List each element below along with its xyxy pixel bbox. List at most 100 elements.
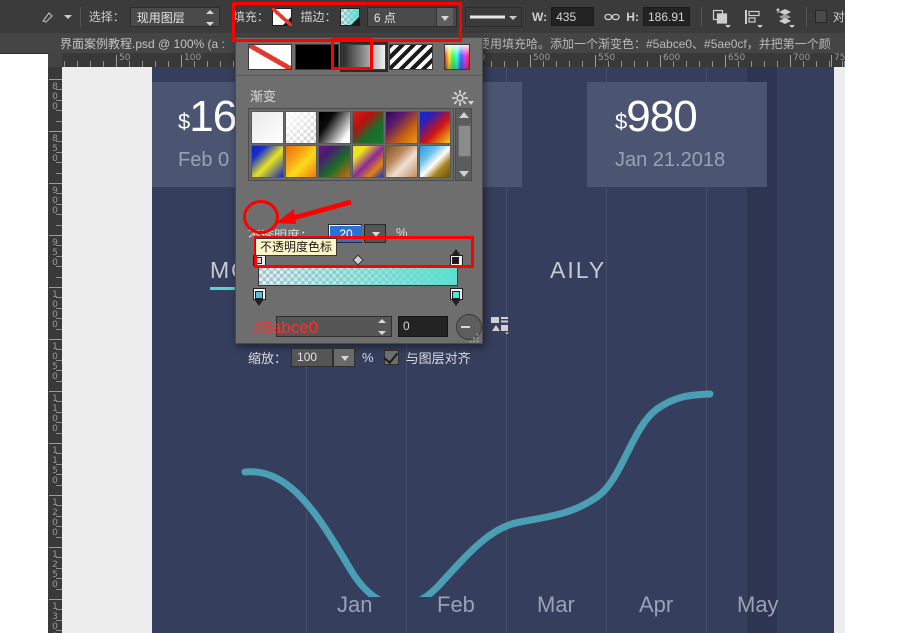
gradient-presets-grid[interactable] [248,108,454,181]
angle-needle [461,326,470,328]
width-input[interactable]: 435 像 [551,7,595,26]
gradient-scale-row: 缩放： 100 % 与图层对齐 [248,346,476,368]
align-with-layer-checkbox[interactable] [383,348,399,365]
ruler-tick [831,55,832,67]
gradient-editor-bar[interactable] [258,266,458,286]
select-layer-dropdown[interactable]: 现用图层 [129,6,220,27]
gear-caret-icon [468,101,474,105]
align-with-layer-label: 与图层对齐 [405,350,471,366]
ruler-tick [49,131,62,132]
opacity-stop-right[interactable] [450,249,463,266]
fill-type-no-color-button[interactable] [248,44,292,70]
tool-preset-icon[interactable] [37,5,59,29]
left-gutter [0,33,48,633]
fill-type-solid-color-button[interactable] [295,44,339,70]
stroke-swatch[interactable] [339,7,360,26]
gradient-preset[interactable] [385,145,418,178]
color-picker-icon[interactable] [444,44,470,70]
scroll-down-icon[interactable] [459,171,469,177]
opacity-unit: % [396,225,408,240]
fill-swatch[interactable] [271,7,293,26]
fill-label: 填充： [232,10,269,24]
gradient-preset[interactable] [418,145,451,178]
path-alignment-icon[interactable] [742,5,764,29]
align-edges-checkbox[interactable] [814,10,827,23]
path-operations-icon[interactable] [710,5,732,29]
gradient-section-label: 渐变 [250,89,277,104]
select-layer-value: 现用图层 [136,10,185,25]
gradient-picker-panel[interactable]: 渐变 不透明度： 20 % #5abce0 0 缩放： 100 % 与图层对齐 [235,37,509,367]
gradient-preset[interactable] [251,145,284,178]
ruler-tick [49,495,62,496]
price-date: Jan 21.2018 [615,149,726,171]
options-bar-right-blank [845,0,900,33]
scale-label: 缩放： [248,350,288,366]
check-icon [383,348,398,364]
gradient-preset[interactable] [351,145,384,178]
ruler-number: 100 [184,53,202,63]
gradient-preset[interactable] [318,145,351,178]
stop-color-chip [452,291,460,299]
scale-dropdown-button[interactable] [333,347,356,367]
scroll-up-icon[interactable] [459,112,469,118]
gradient-preset[interactable] [318,111,351,144]
gradient-angle-input[interactable]: 0 [398,316,448,337]
ruler-tick [595,55,596,67]
color-stop-right[interactable] [450,288,463,306]
height-input[interactable]: 186.91 [642,7,690,26]
hex-color-dropdown[interactable]: #5abce0 [253,316,392,337]
price-amount: $980 [615,92,698,144]
stroke-swatch-caret-icon [349,15,360,26]
scale-unit: % [362,349,374,365]
preset-scrollbar[interactable] [455,108,472,181]
align-edges-label: 对 [832,10,845,24]
document-tab-title[interactable]: 界面案例教程.psd @ 100% (a : [60,35,225,52]
hex-stepper-icon[interactable] [377,319,386,335]
gradient-preset[interactable] [251,111,284,144]
gradient-preset[interactable] [284,111,317,144]
resize-grip-icon[interactable] [469,330,479,343]
stroke-style-caret-icon [508,15,517,20]
opacity-dropdown-button[interactable] [364,224,386,243]
vertical-ruler[interactable]: 8008509009501000105011001150120012501300 [48,67,63,633]
ruler-tick [660,55,661,67]
color-stop-left[interactable] [253,288,266,306]
chevron-down-icon [341,355,350,361]
stroke-label: 描边： [300,10,337,24]
ruler-tick [49,79,62,80]
ruler-tick [49,599,62,600]
ruler-tick [49,391,62,392]
fill-swatch-caret-icon [282,15,293,26]
section-title-daily: AILY [550,257,607,283]
gradient-preset[interactable] [418,111,451,144]
stroke-width-dropdown[interactable]: 6 点 [366,6,457,27]
gradient-preset[interactable] [351,111,384,144]
scrollbar-thumb[interactable] [458,125,471,157]
ruler-tick [49,235,62,236]
stop-pointer-icon [451,299,461,306]
tool-preset-caret-icon[interactable] [63,14,72,19]
ruler-number: 650 [728,53,746,63]
stop-color-chip [452,257,459,264]
scale-input[interactable]: 100 [291,347,334,367]
ruler-tick [725,55,726,67]
path-arrangement-icon[interactable] [774,5,796,29]
fill-type-pattern-button[interactable] [389,44,433,70]
price-date: Feb 0 [178,149,230,171]
price-value: 980 [626,92,697,141]
stepper-icon[interactable] [206,9,215,26]
ruler-number-digit: 1 [52,602,58,612]
fill-type-gradient-button[interactable] [340,42,388,72]
gradient-preset[interactable] [284,145,317,178]
stroke-style-dropdown[interactable] [464,6,522,27]
document-tab-bar-right-blank [845,33,900,53]
ruler-tick [49,443,62,444]
divider [79,6,81,27]
width-label: W: [532,9,548,24]
link-icon[interactable] [601,5,623,29]
gradient-align-icon[interactable] [490,316,510,335]
opacity-midpoint-marker[interactable] [352,254,364,266]
gradient-preset[interactable] [385,111,418,144]
options-bar: 选择： 现用图层 填充： 描边： 6 点 W: 435 像 H: 186.91 [0,0,845,34]
gear-icon[interactable] [451,89,474,107]
